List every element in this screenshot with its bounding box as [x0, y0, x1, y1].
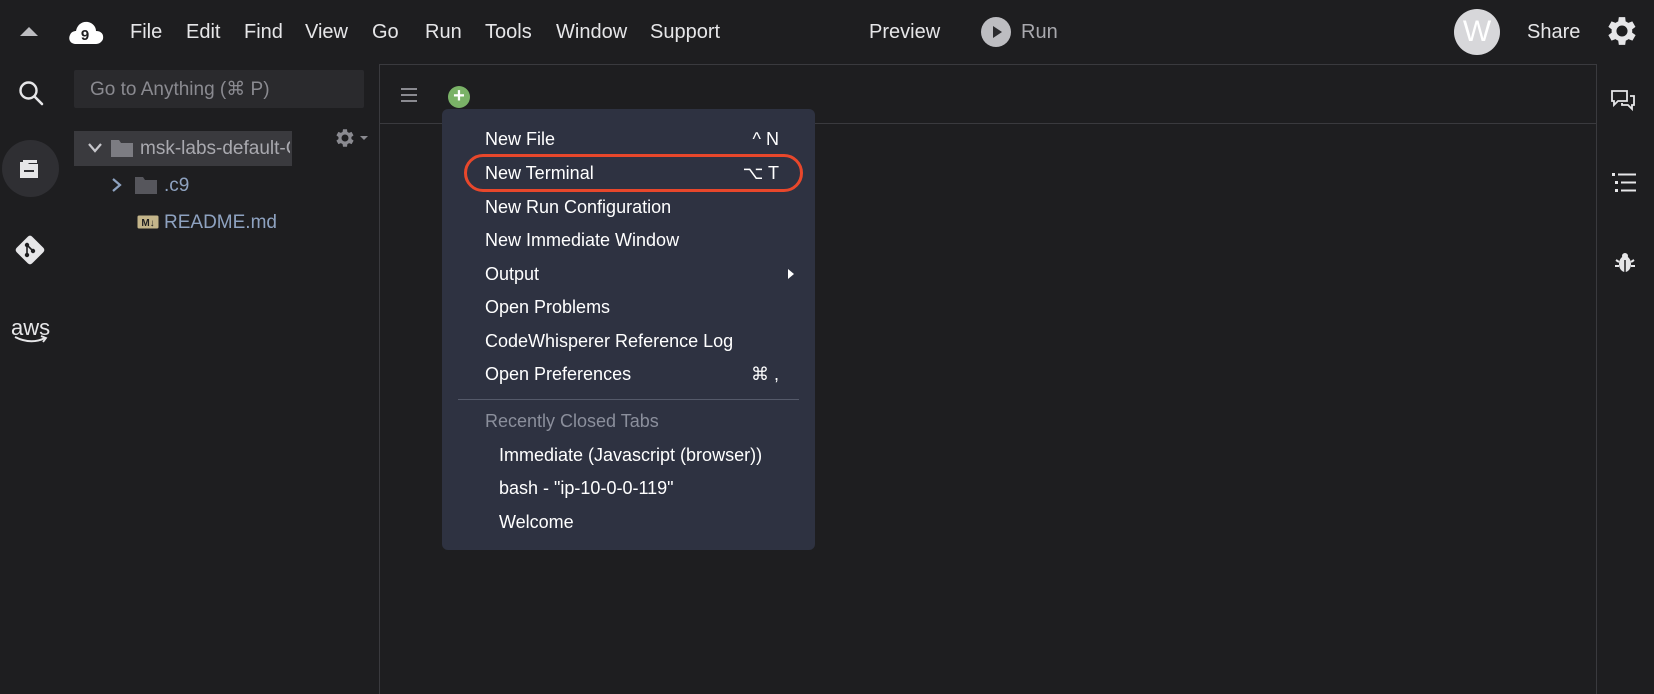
tree-item-c9[interactable]: .c9 [164, 175, 189, 197]
outline-list-icon[interactable] [1612, 172, 1636, 194]
menu-item-open-preferences[interactable]: Open Preferences [485, 363, 631, 385]
svg-text:M↓: M↓ [141, 218, 154, 229]
collapse-toolbar-icon[interactable] [20, 27, 38, 36]
debugger-bug-icon[interactable] [1615, 252, 1635, 274]
tree-root-label[interactable]: msk-labs-default-C [140, 138, 290, 160]
right-rail [1597, 64, 1654, 694]
recent-tab-item[interactable]: Immediate (Javascript (browser)) [499, 444, 762, 466]
recent-tab-item[interactable]: bash - "ip-10-0-0-119" [499, 477, 674, 499]
shortcut-new-terminal: ⌥ T [742, 163, 779, 183]
files-icon[interactable] [18, 157, 44, 181]
search-icon[interactable] [18, 80, 44, 106]
menu-divider [458, 399, 799, 400]
menu-support[interactable]: Support [650, 20, 720, 44]
recently-closed-tabs-heading: Recently Closed Tabs [485, 411, 659, 431]
svg-text:9: 9 [81, 27, 89, 44]
add-tab-button[interactable]: + [448, 86, 470, 108]
menu-item-new-terminal[interactable]: New Terminal [485, 162, 594, 184]
go-to-anything-input[interactable] [90, 79, 350, 101]
run-play-icon[interactable] [981, 17, 1011, 47]
menu-file[interactable]: File [130, 20, 162, 44]
menu-item-new-file[interactable]: New File [485, 128, 555, 150]
user-avatar[interactable]: W [1454, 9, 1500, 55]
menu-window[interactable]: Window [556, 20, 627, 44]
submenu-arrow-icon [788, 269, 794, 279]
menu-run[interactable]: Run [425, 20, 462, 44]
folder-icon [135, 177, 157, 194]
recent-tab-item[interactable]: Welcome [499, 511, 574, 533]
run-button[interactable]: Run [1021, 20, 1058, 44]
menu-item-new-immediate-window[interactable]: New Immediate Window [485, 229, 679, 251]
aws-icon[interactable]: aws [11, 315, 51, 345]
menu-item-new-run-configuration[interactable]: New Run Configuration [485, 196, 671, 218]
collaborate-chat-icon[interactable] [1610, 89, 1636, 113]
menu-item-codewhisperer-reference-log[interactable]: CodeWhisperer Reference Log [485, 330, 733, 352]
shortcut-new-file: ^ N [752, 129, 779, 149]
menu-item-open-problems[interactable]: Open Problems [485, 296, 610, 318]
menu-edit[interactable]: Edit [186, 20, 220, 44]
folder-icon [111, 140, 133, 157]
go-to-anything-box[interactable] [74, 70, 364, 108]
aws-smile-icon [14, 335, 48, 343]
menu-go[interactable]: Go [372, 20, 399, 44]
tree-item-readme[interactable]: README.md [164, 212, 277, 234]
settings-gear-icon[interactable] [1603, 12, 1641, 50]
menu-find[interactable]: Find [244, 20, 283, 44]
shortcut-open-preferences: ⌘ , [750, 364, 779, 384]
chevron-down-icon[interactable] [88, 143, 102, 153]
menu-tools[interactable]: Tools [485, 20, 532, 44]
tab-menu-icon[interactable] [401, 88, 417, 106]
git-icon[interactable] [14, 234, 46, 266]
markdown-file-icon: M↓ [137, 215, 159, 229]
cloud9-logo-icon: 9 [69, 21, 104, 44]
menu-view[interactable]: View [305, 20, 348, 44]
chevron-right-icon[interactable] [112, 178, 122, 192]
top-menu-bar: 9 File Edit Find View Go Run Tools Windo… [0, 0, 1654, 64]
preview-button[interactable]: Preview [869, 20, 940, 44]
share-button[interactable]: Share [1527, 20, 1580, 44]
menu-item-output[interactable]: Output [485, 263, 539, 285]
tree-settings-gear-icon[interactable] [332, 126, 370, 150]
